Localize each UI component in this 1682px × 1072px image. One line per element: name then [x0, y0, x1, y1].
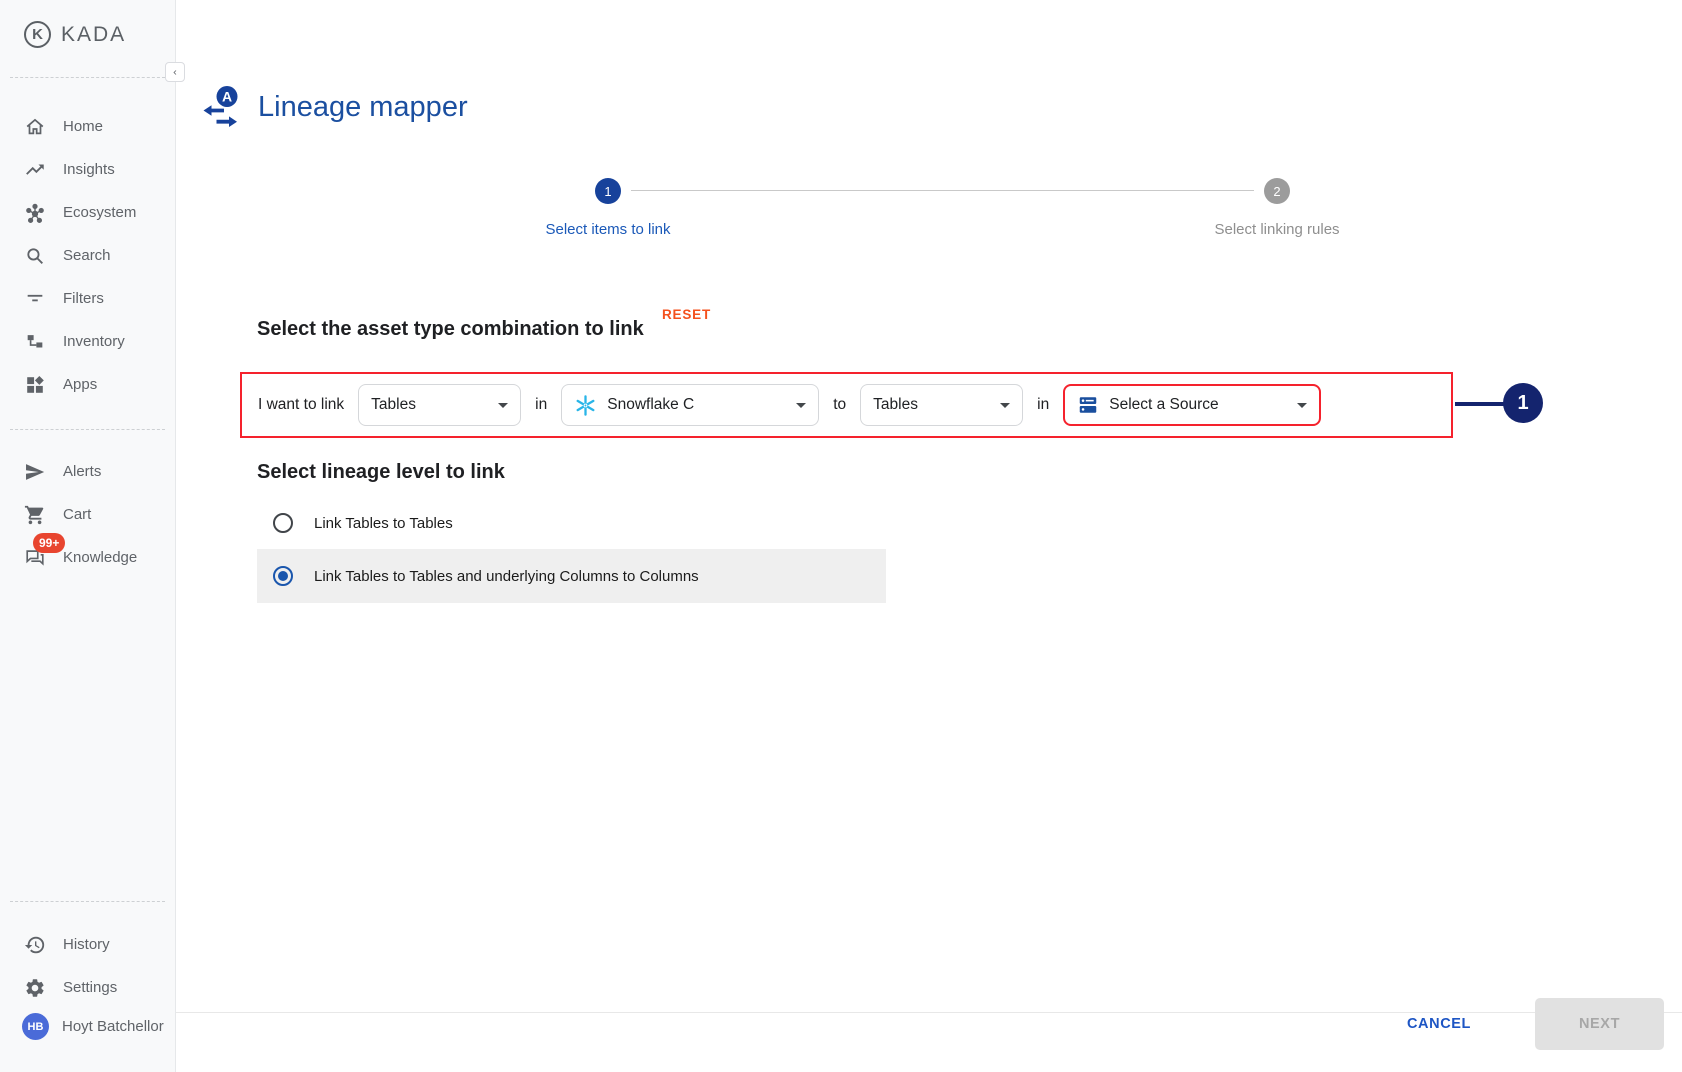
- lineage-level-heading: Select lineage level to link: [257, 461, 505, 484]
- chevron-down-icon: [1000, 403, 1010, 408]
- sidebar-item-search[interactable]: Search: [0, 234, 175, 277]
- sidebar-item-settings[interactable]: Settings: [0, 966, 175, 1009]
- footer-actions: CANCEL NEXT: [1401, 997, 1664, 1050]
- user-menu[interactable]: HB Hoyt Batchellor: [22, 1013, 164, 1040]
- to-asset-type-value: Tables: [873, 396, 990, 414]
- stepper-step-2-label: Select linking rules: [1214, 221, 1339, 238]
- chevron-down-icon: [796, 403, 806, 408]
- callout-1-line: [1455, 402, 1505, 406]
- sidebar: K KADA Home Insights Ecosystem Search F: [0, 0, 176, 1072]
- sidebar-item-label: Inventory: [63, 333, 125, 350]
- user-name: Hoyt Batchellor: [62, 1018, 164, 1035]
- sidebar-item-label: Cart: [63, 506, 91, 523]
- sidebar-item-label: Alerts: [63, 463, 101, 480]
- sidebar-item-cart[interactable]: Cart: [0, 493, 175, 536]
- lineage-option-label: Link Tables to Tables and underlying Col…: [314, 568, 699, 585]
- lineage-option-tables-to-tables[interactable]: Link Tables to Tables: [257, 503, 886, 543]
- sidebar-item-label: Insights: [63, 161, 115, 178]
- brand-logo: K KADA: [24, 21, 126, 48]
- sidebar-item-inventory[interactable]: Inventory: [0, 320, 175, 363]
- sidebar-secondary-nav: Alerts Cart 99+ Knowledge: [0, 450, 175, 579]
- snowflake-icon: [574, 394, 597, 417]
- stepper-step-1-label: Select items to link: [545, 221, 670, 238]
- sidebar-item-insights[interactable]: Insights: [0, 148, 175, 191]
- sidebar-divider: [10, 77, 165, 78]
- sidebar-item-label: Settings: [63, 979, 117, 996]
- sidebar-item-knowledge[interactable]: 99+ Knowledge: [0, 536, 175, 579]
- next-button[interactable]: NEXT: [1535, 998, 1664, 1050]
- asset-combination-row-highlight: I want to link Tables in Snowflake C to …: [240, 372, 1453, 438]
- brand-name: KADA: [61, 23, 126, 47]
- from-asset-type-value: Tables: [371, 396, 488, 414]
- reset-button[interactable]: RESET: [656, 306, 717, 323]
- search-icon: [24, 245, 46, 267]
- to-source-dropdown[interactable]: Select a Source: [1063, 384, 1321, 426]
- history-icon: [24, 934, 46, 956]
- filters-icon: [24, 288, 46, 310]
- inventory-icon: [24, 331, 46, 353]
- sidebar-item-label: Search: [63, 247, 111, 264]
- kada-logo-icon: K: [24, 21, 51, 48]
- preposition: in: [535, 396, 547, 414]
- sidebar-divider: [10, 901, 165, 902]
- sidebar-item-ecosystem[interactable]: Ecosystem: [0, 191, 175, 234]
- sidebar-item-apps[interactable]: Apps: [0, 363, 175, 406]
- cancel-button[interactable]: CANCEL: [1401, 1015, 1477, 1033]
- sentence-prefix: I want to link: [258, 396, 344, 414]
- ecosystem-icon: [24, 202, 46, 224]
- lineage-mapper-icon: A: [200, 85, 244, 131]
- from-asset-type-dropdown[interactable]: Tables: [358, 384, 521, 426]
- chevron-left-icon: [172, 67, 178, 78]
- stepper-step-2[interactable]: 2: [1264, 178, 1290, 204]
- page-header: A Lineage mapper: [200, 72, 468, 144]
- settings-icon: [24, 977, 46, 999]
- insights-icon: [24, 159, 46, 181]
- sidebar-footer-nav: History Settings: [0, 923, 175, 1009]
- chevron-down-icon: [1297, 403, 1307, 408]
- to-asset-type-dropdown[interactable]: Tables: [860, 384, 1023, 426]
- sidebar-collapse-button[interactable]: [165, 62, 185, 82]
- stepper-connector: [631, 190, 1254, 191]
- sidebar-item-label: History: [63, 936, 110, 953]
- sidebar-item-label: Knowledge: [63, 549, 137, 566]
- radio-selected-icon[interactable]: [273, 566, 293, 586]
- sidebar-item-label: Ecosystem: [63, 204, 136, 221]
- stepper-step-1[interactable]: 1: [595, 178, 621, 204]
- svg-text:A: A: [222, 88, 232, 104]
- knowledge-badge: 99+: [33, 533, 65, 553]
- from-source-value: Snowflake C: [607, 396, 786, 414]
- sidebar-main-nav: Home Insights Ecosystem Search Filters I…: [0, 105, 175, 406]
- sidebar-item-label: Apps: [63, 376, 97, 393]
- sidebar-item-filters[interactable]: Filters: [0, 277, 175, 320]
- chevron-down-icon: [498, 403, 508, 408]
- sidebar-item-home[interactable]: Home: [0, 105, 175, 148]
- avatar: HB: [22, 1013, 49, 1040]
- page-title: Lineage mapper: [258, 91, 468, 124]
- lineage-option-label: Link Tables to Tables: [314, 515, 453, 532]
- sidebar-item-history[interactable]: History: [0, 923, 175, 966]
- preposition: in: [1037, 396, 1049, 414]
- preposition: to: [833, 396, 846, 414]
- from-source-dropdown[interactable]: Snowflake C: [561, 384, 819, 426]
- sidebar-item-label: Home: [63, 118, 103, 135]
- lineage-option-tables-and-columns[interactable]: Link Tables to Tables and underlying Col…: [257, 549, 886, 603]
- home-icon: [24, 116, 46, 138]
- source-icon: [1077, 394, 1099, 416]
- apps-icon: [24, 374, 46, 396]
- cart-icon: [24, 504, 46, 526]
- sidebar-item-alerts[interactable]: Alerts: [0, 450, 175, 493]
- to-source-value: Select a Source: [1109, 396, 1287, 414]
- alerts-icon: [24, 461, 46, 483]
- sidebar-divider: [10, 429, 165, 430]
- callout-1-marker: 1: [1503, 383, 1543, 423]
- asset-combination-heading: Select the asset type combination to lin…: [257, 318, 644, 341]
- sidebar-item-label: Filters: [63, 290, 104, 307]
- radio-unselected-icon[interactable]: [273, 513, 293, 533]
- main-content: A Lineage mapper 1 2 Select items to lin…: [176, 0, 1682, 1072]
